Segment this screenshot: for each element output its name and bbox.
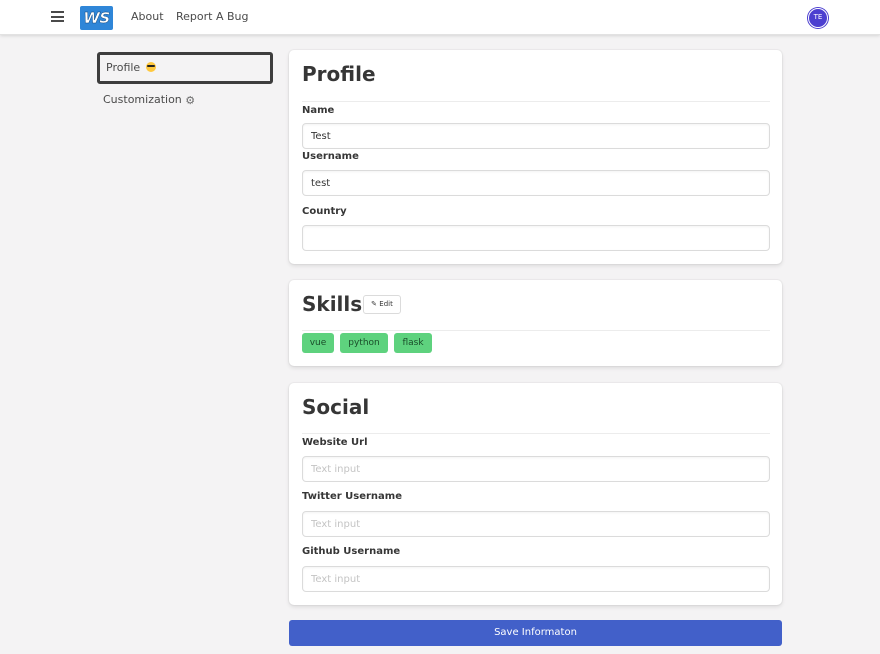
github-username-label: Github Username <box>302 546 401 557</box>
github-username-input[interactable] <box>302 566 770 592</box>
website-url-label: Website Url <box>302 437 368 448</box>
app-logo[interactable]: WS <box>80 6 113 30</box>
sidebar-item-customization[interactable]: Customization ⚙ <box>103 93 195 107</box>
nav-link-report-bug[interactable]: Report A Bug <box>176 10 248 23</box>
twitter-username-input[interactable] <box>302 511 770 537</box>
gear-icon: ⚙ <box>185 94 196 107</box>
edit-label: Edit <box>379 300 393 308</box>
social-title: Social <box>302 395 370 419</box>
skills-title: Skills <box>302 292 363 316</box>
country-input[interactable] <box>302 225 770 251</box>
name-input[interactable] <box>302 123 770 149</box>
hamburger-menu-icon[interactable] <box>51 11 64 22</box>
profile-title: Profile <box>302 62 376 86</box>
sidebar-item-profile[interactable]: Profile <box>97 52 273 84</box>
edit-skills-button[interactable]: ✎ Edit <box>363 295 401 314</box>
profile-card: Profile Name Username Country <box>289 50 782 264</box>
save-information-button[interactable]: Save Informaton <box>289 620 782 646</box>
twitter-username-label: Twitter Username <box>302 491 402 502</box>
username-input[interactable] <box>302 170 770 196</box>
social-card: Social Website Url Twitter Username Gith… <box>289 383 782 605</box>
name-label: Name <box>302 105 335 116</box>
top-navbar: WS About Report A Bug TE <box>0 0 880 35</box>
nav-link-about[interactable]: About <box>131 10 164 23</box>
sunglasses-emoji-icon <box>145 62 156 72</box>
divider <box>302 101 770 102</box>
country-label: Country <box>302 206 347 217</box>
username-label: Username <box>302 151 359 162</box>
skills-card: Skills ✎ Edit vue python flask <box>289 280 782 366</box>
sidebar-item-label: Profile <box>106 61 141 74</box>
sidebar-item-label: Customization <box>103 93 182 106</box>
divider <box>302 330 770 331</box>
edit-icon: ✎ <box>371 300 378 308</box>
user-avatar[interactable]: TE <box>808 8 828 28</box>
skill-tag: flask <box>394 333 432 353</box>
skill-tag: vue <box>302 333 334 353</box>
website-url-input[interactable] <box>302 456 770 482</box>
skill-tag: python <box>340 333 388 353</box>
divider <box>302 433 770 434</box>
